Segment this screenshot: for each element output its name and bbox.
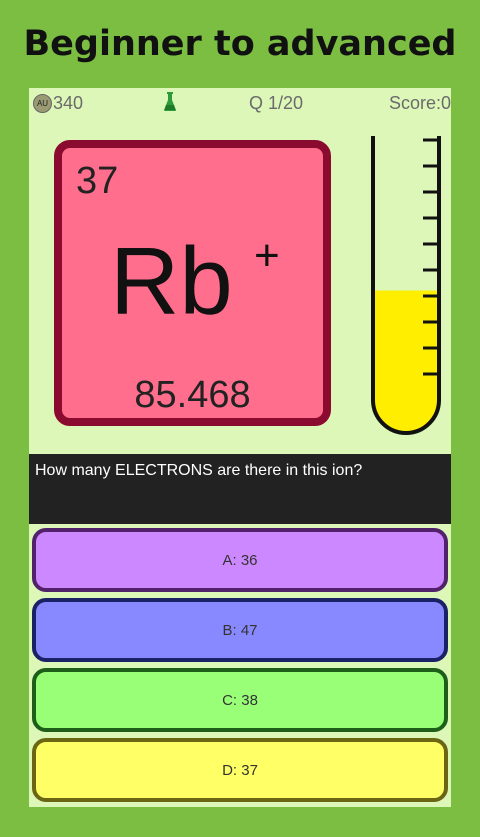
ion-charge: + xyxy=(254,231,280,280)
coin-count: 340 xyxy=(53,93,84,113)
app-banner-title: Beginner to advanced xyxy=(23,24,457,64)
element-symbol: Rb xyxy=(110,228,233,335)
question-counter: Q 1/20 xyxy=(249,93,304,113)
answer-button-a[interactable]: A: 36 xyxy=(32,528,448,592)
coin-icon: AU xyxy=(33,94,52,113)
quiz-screen: AU 340 Q 1/20 Score:0 37 Rb + 85.468 How… xyxy=(29,88,451,807)
answer-button-c[interactable]: C: 38 xyxy=(32,668,448,732)
question-panel: How many ELECTRONS are there in this ion… xyxy=(29,454,451,524)
question-text: How many ELECTRONS are there in this ion… xyxy=(35,462,363,479)
atomic-mass: 85.468 xyxy=(134,374,251,416)
answer-button-d[interactable]: D: 37 xyxy=(32,738,448,802)
progress-test-tube xyxy=(371,136,441,435)
status-bar: AU 340 Q 1/20 Score:0 xyxy=(29,88,451,118)
test-tube-fill xyxy=(373,290,439,433)
flask-icon xyxy=(164,92,176,111)
atomic-number: 37 xyxy=(76,160,119,202)
answer-button-b[interactable]: B: 47 xyxy=(32,598,448,662)
score-display: Score:0 xyxy=(388,93,451,113)
element-tile: 37 Rb + 85.468 xyxy=(54,140,331,426)
